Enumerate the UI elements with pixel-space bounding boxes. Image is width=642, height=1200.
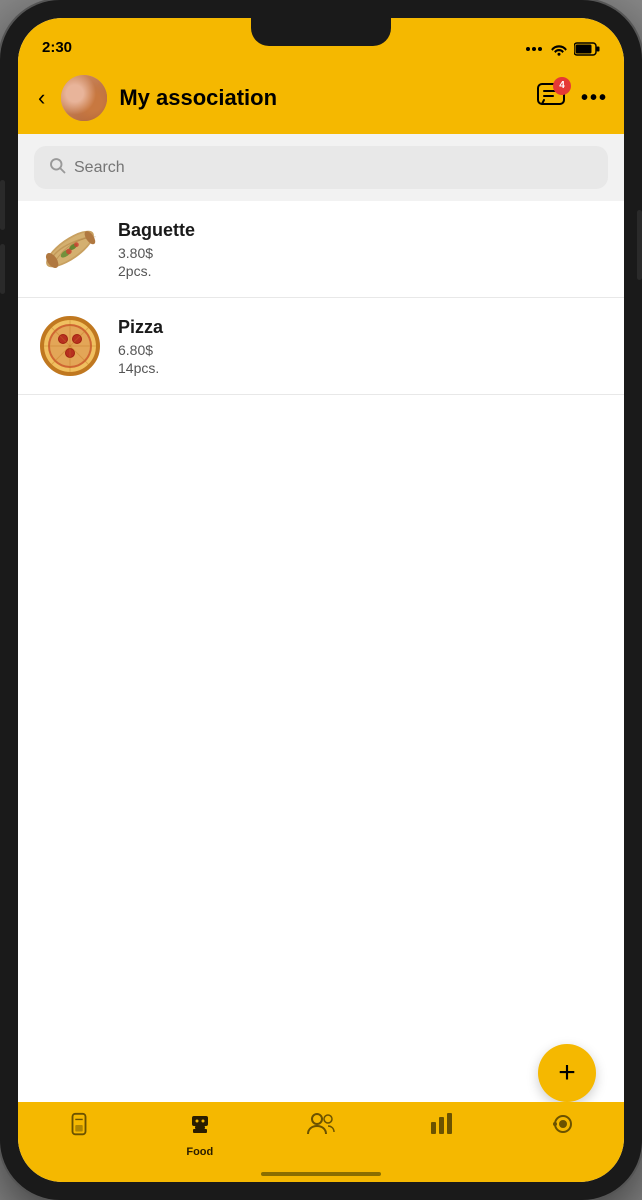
back-button[interactable]: ‹ [34, 81, 49, 115]
people-icon [307, 1112, 335, 1140]
drinks-icon [68, 1112, 90, 1144]
search-input[interactable] [74, 159, 594, 177]
nav-item-settings[interactable] [503, 1112, 624, 1144]
signal-icon [526, 45, 544, 53]
list-item[interactable]: Baguette 3.80$ 2pcs. [18, 201, 624, 298]
drinks-svg [68, 1112, 90, 1138]
avatar [61, 75, 107, 121]
battery-icon [574, 42, 600, 56]
nav-label-food: Food [186, 1146, 213, 1158]
nav-item-stats[interactable] [382, 1112, 503, 1142]
pizza-image [39, 315, 101, 377]
item-price: 3.80$ [118, 245, 604, 261]
top-actions: 4 ••• [537, 83, 608, 114]
stats-svg [430, 1112, 454, 1134]
search-icon [48, 156, 66, 179]
status-time: 2:30 [42, 39, 72, 56]
item-info-baguette: Baguette 3.80$ 2pcs. [118, 220, 604, 279]
add-button[interactable]: + [538, 1044, 596, 1102]
item-qty: 14pcs. [118, 360, 604, 376]
nav-item-food[interactable]: Food [139, 1112, 260, 1158]
item-image-baguette [38, 217, 102, 281]
top-bar: ‹ My association 4 ••• [18, 62, 624, 134]
wifi-icon [550, 42, 568, 56]
fab-container: + [538, 1044, 596, 1102]
item-price: 6.80$ [118, 342, 604, 358]
item-image-pizza [38, 314, 102, 378]
nav-item-people[interactable] [260, 1112, 381, 1142]
settings-icon [551, 1112, 575, 1142]
item-name: Baguette [118, 220, 604, 241]
chat-button[interactable]: 4 [537, 83, 565, 114]
search-bar [34, 146, 608, 189]
item-qty: 2pcs. [118, 263, 604, 279]
settings-svg [551, 1112, 575, 1136]
list-item[interactable]: Pizza 6.80$ 14pcs. [18, 298, 624, 395]
nav-item-drinks[interactable] [18, 1112, 139, 1146]
food-icon [187, 1112, 213, 1144]
baguette-image [33, 220, 106, 278]
page-title: My association [119, 85, 525, 111]
status-icons [526, 42, 600, 56]
chat-badge: 4 [553, 77, 571, 95]
people-svg [307, 1112, 335, 1134]
food-svg [187, 1112, 213, 1138]
home-indicator [261, 1172, 381, 1176]
item-name: Pizza [118, 317, 604, 338]
item-info-pizza: Pizza 6.80$ 14pcs. [118, 317, 604, 376]
stats-icon [430, 1112, 454, 1140]
more-button[interactable]: ••• [581, 87, 608, 110]
search-container [18, 134, 624, 201]
bottom-nav: Food [18, 1102, 624, 1182]
content-list: Baguette 3.80$ 2pcs. [18, 201, 624, 1102]
